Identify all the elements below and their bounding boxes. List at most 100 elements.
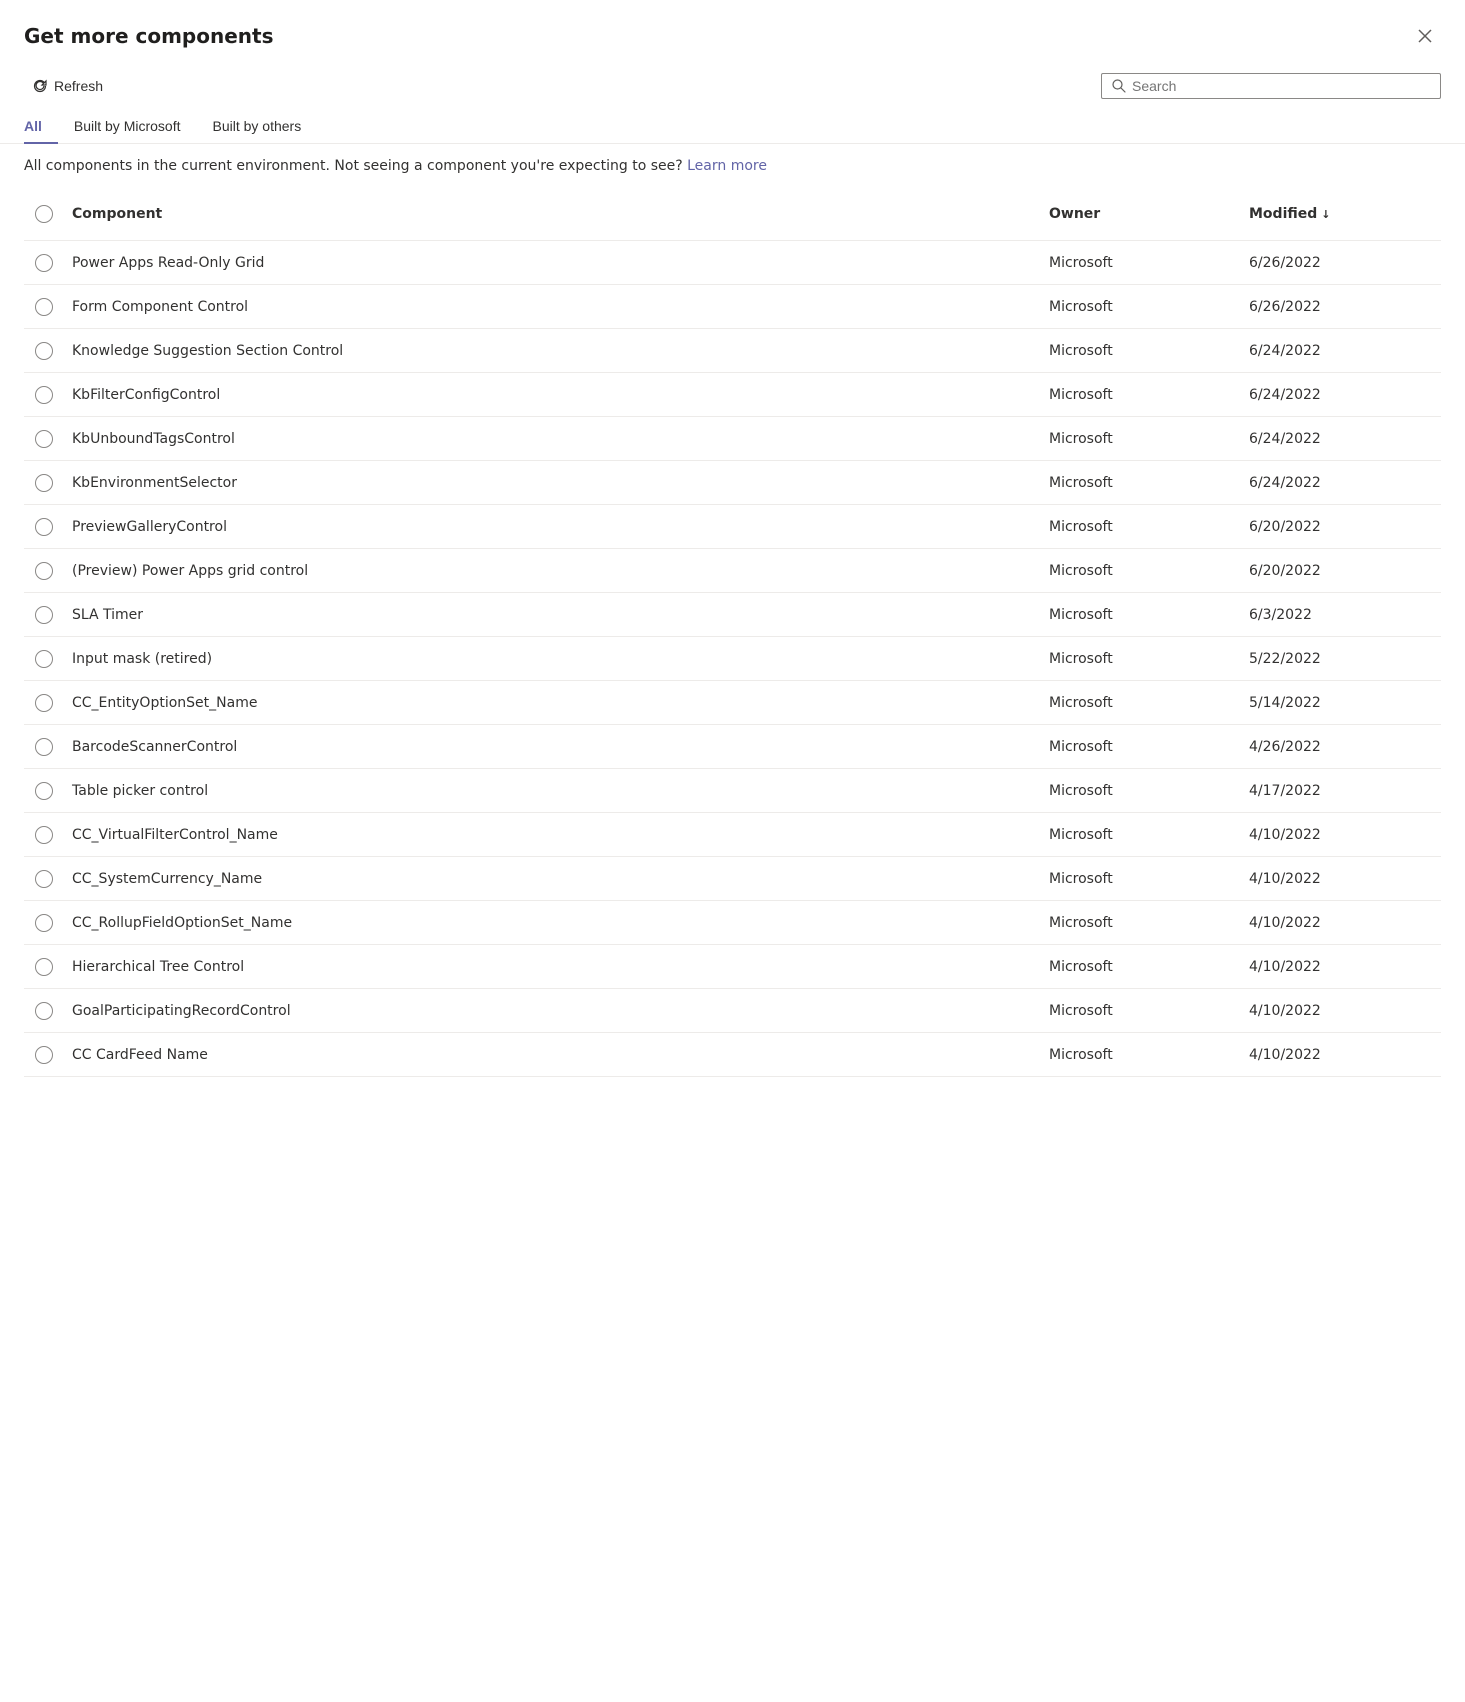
row-checkbox-cell [24, 782, 64, 800]
cell-component: Power Apps Read-Only Grid [64, 245, 1041, 281]
row-checkbox[interactable] [35, 738, 53, 756]
cell-modified: 4/10/2022 [1241, 817, 1441, 853]
cell-owner: Microsoft [1041, 465, 1241, 501]
refresh-button[interactable]: Refresh [24, 72, 111, 100]
table-row: KbEnvironmentSelector Microsoft 6/24/202… [24, 461, 1441, 505]
row-checkbox[interactable] [35, 826, 53, 844]
cell-owner: Microsoft [1041, 421, 1241, 457]
row-checkbox[interactable] [35, 342, 53, 360]
tabs-bar: All Built by Microsoft Built by others [0, 108, 1465, 144]
cell-owner: Microsoft [1041, 245, 1241, 281]
cell-modified: 6/20/2022 [1241, 509, 1441, 545]
row-checkbox[interactable] [35, 958, 53, 976]
cell-modified: 6/26/2022 [1241, 289, 1441, 325]
tab-built-by-others[interactable]: Built by others [196, 108, 317, 144]
table-row: Hierarchical Tree Control Microsoft 4/10… [24, 945, 1441, 989]
cell-owner: Microsoft [1041, 905, 1241, 941]
row-checkbox[interactable] [35, 562, 53, 580]
table-row: CC CardFeed Name Microsoft 4/10/2022 [24, 1033, 1441, 1077]
cell-owner: Microsoft [1041, 641, 1241, 677]
dialog-title: Get more components [24, 24, 273, 48]
tab-built-by-microsoft[interactable]: Built by Microsoft [58, 108, 197, 144]
cell-modified: 6/3/2022 [1241, 597, 1441, 633]
cell-modified: 6/24/2022 [1241, 465, 1441, 501]
cell-component: PreviewGalleryControl [64, 509, 1041, 545]
cell-modified: 6/20/2022 [1241, 553, 1441, 589]
row-checkbox-cell [24, 694, 64, 712]
row-checkbox[interactable] [35, 870, 53, 888]
refresh-svg [32, 78, 48, 94]
cell-modified: 6/24/2022 [1241, 377, 1441, 413]
row-checkbox[interactable] [35, 298, 53, 316]
table-row: Power Apps Read-Only Grid Microsoft 6/26… [24, 241, 1441, 285]
row-checkbox-cell [24, 738, 64, 756]
close-button[interactable] [1409, 20, 1441, 52]
row-checkbox[interactable] [35, 430, 53, 448]
table-row: CC_SystemCurrency_Name Microsoft 4/10/20… [24, 857, 1441, 901]
row-checkbox[interactable] [35, 1046, 53, 1064]
row-checkbox[interactable] [35, 1002, 53, 1020]
row-checkbox[interactable] [35, 474, 53, 492]
refresh-label: Refresh [54, 78, 103, 94]
table-row: KbUnboundTagsControl Microsoft 6/24/2022 [24, 417, 1441, 461]
row-checkbox-cell [24, 826, 64, 844]
row-checkbox-cell [24, 1046, 64, 1064]
row-checkbox-cell [24, 650, 64, 668]
cell-component: GoalParticipatingRecordControl [64, 993, 1041, 1029]
row-checkbox[interactable] [35, 606, 53, 624]
row-checkbox[interactable] [35, 386, 53, 404]
cell-component: CC_EntityOptionSet_Name [64, 685, 1041, 721]
row-checkbox[interactable] [35, 914, 53, 932]
tab-all[interactable]: All [24, 108, 58, 144]
table-header-row: Component Owner Modified ↓ [24, 188, 1441, 241]
table-row: Form Component Control Microsoft 6/26/20… [24, 285, 1441, 329]
info-bar: All components in the current environmen… [0, 144, 1465, 188]
search-input[interactable] [1132, 78, 1430, 94]
cell-component: Hierarchical Tree Control [64, 949, 1041, 985]
row-checkbox-cell [24, 254, 64, 272]
cell-modified: 5/22/2022 [1241, 641, 1441, 677]
row-checkbox-cell [24, 870, 64, 888]
cell-modified: 4/17/2022 [1241, 773, 1441, 809]
row-checkbox-cell [24, 298, 64, 316]
table-row: PreviewGalleryControl Microsoft 6/20/202… [24, 505, 1441, 549]
cell-component: KbUnboundTagsControl [64, 421, 1041, 457]
cell-component: KbFilterConfigControl [64, 377, 1041, 413]
row-checkbox[interactable] [35, 254, 53, 272]
table-row: CC_VirtualFilterControl_Name Microsoft 4… [24, 813, 1441, 857]
cell-owner: Microsoft [1041, 553, 1241, 589]
column-header-owner: Owner [1041, 196, 1241, 232]
cell-component: (Preview) Power Apps grid control [64, 553, 1041, 589]
table-row: Knowledge Suggestion Section Control Mic… [24, 329, 1441, 373]
row-checkbox-cell [24, 914, 64, 932]
components-table: Component Owner Modified ↓ Power Apps Re… [0, 188, 1465, 1077]
row-checkbox[interactable] [35, 518, 53, 536]
row-checkbox[interactable] [35, 694, 53, 712]
row-checkbox-cell [24, 386, 64, 404]
cell-modified: 6/24/2022 [1241, 333, 1441, 369]
table-row: GoalParticipatingRecordControl Microsoft… [24, 989, 1441, 1033]
search-box [1101, 73, 1441, 99]
table-row: (Preview) Power Apps grid control Micros… [24, 549, 1441, 593]
cell-owner: Microsoft [1041, 1037, 1241, 1073]
cell-owner: Microsoft [1041, 597, 1241, 633]
select-all-checkbox[interactable] [35, 205, 53, 223]
cell-owner: Microsoft [1041, 509, 1241, 545]
cell-modified: 4/10/2022 [1241, 949, 1441, 985]
cell-owner: Microsoft [1041, 861, 1241, 897]
cell-owner: Microsoft [1041, 333, 1241, 369]
column-header-component: Component [64, 196, 1041, 232]
row-checkbox-cell [24, 474, 64, 492]
cell-modified: 4/10/2022 [1241, 905, 1441, 941]
table-row: Table picker control Microsoft 4/17/2022 [24, 769, 1441, 813]
cell-owner: Microsoft [1041, 949, 1241, 985]
cell-component: Form Component Control [64, 289, 1041, 325]
column-header-modified[interactable]: Modified ↓ [1241, 196, 1441, 232]
row-checkbox[interactable] [35, 650, 53, 668]
cell-modified: 6/26/2022 [1241, 245, 1441, 281]
row-checkbox[interactable] [35, 782, 53, 800]
learn-more-link[interactable]: Learn more [687, 158, 767, 174]
cell-owner: Microsoft [1041, 377, 1241, 413]
cell-component: SLA Timer [64, 597, 1041, 633]
cell-component: CC CardFeed Name [64, 1037, 1041, 1073]
